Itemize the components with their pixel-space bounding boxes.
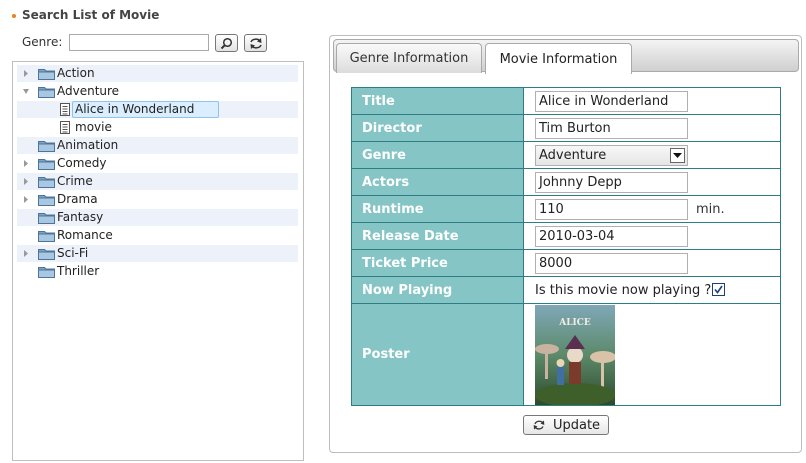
- svg-text:ALICE: ALICE: [558, 318, 591, 328]
- tree-item-sci-fi[interactable]: Sci-Fi: [17, 245, 298, 262]
- tree-item-label: Animation: [57, 138, 119, 152]
- collapse-arrow-icon[interactable]: [21, 83, 31, 100]
- ticket-price-input[interactable]: 8000: [535, 252, 688, 274]
- update-button-label: Update: [552, 417, 601, 433]
- tree-item-label: Romance: [57, 228, 113, 242]
- document-icon: [60, 121, 70, 134]
- folder-icon: [38, 177, 55, 188]
- expand-arrow-icon[interactable]: [21, 65, 31, 82]
- folder-icon: [38, 213, 55, 224]
- tree-item-movie[interactable]: movie: [17, 119, 298, 136]
- now-playing-checkbox[interactable]: [712, 282, 726, 296]
- runtime-label: Runtime: [351, 195, 524, 223]
- tree-item-drama[interactable]: Drama: [17, 191, 298, 208]
- now-playing-label: Now Playing: [351, 276, 524, 304]
- director-input[interactable]: Tim Burton: [535, 117, 688, 139]
- genre-select[interactable]: Adventure: [535, 144, 688, 166]
- document-icon: [60, 103, 70, 116]
- expand-arrow-icon[interactable]: [21, 191, 31, 208]
- tree-item-action[interactable]: Action: [17, 65, 298, 82]
- folder-icon: [38, 87, 55, 98]
- tree-item-crime[interactable]: Crime: [17, 173, 298, 190]
- tree-item-label: Comedy: [57, 156, 107, 170]
- tree-item-label: movie: [75, 120, 112, 134]
- runtime-unit: min.: [696, 201, 725, 217]
- director-label: Director: [351, 114, 524, 142]
- expand-arrow-icon[interactable]: [21, 155, 31, 172]
- expand-arrow-icon[interactable]: [21, 173, 31, 190]
- genre-search-input[interactable]: [69, 34, 209, 51]
- tree-item-thriller[interactable]: Thriller: [17, 263, 298, 280]
- search-button[interactable]: [215, 34, 238, 52]
- folder-icon: [38, 195, 55, 206]
- title-bullet: [12, 14, 16, 18]
- actors-label: Actors: [351, 168, 524, 196]
- folder-icon: [38, 249, 55, 260]
- tree-item-adventure[interactable]: Adventure: [17, 83, 298, 100]
- refresh-icon: [533, 420, 545, 430]
- page-title: Search List of Movie: [22, 8, 160, 22]
- tree-item-animation[interactable]: Animation: [17, 137, 298, 154]
- runtime-input[interactable]: 110: [535, 198, 688, 220]
- tree-item-label: Action: [57, 66, 95, 80]
- actors-input[interactable]: Johnny Depp: [535, 171, 688, 193]
- expand-arrow-icon[interactable]: [21, 245, 31, 262]
- refresh-button[interactable]: [244, 34, 267, 52]
- tree-item-romance[interactable]: Romance: [17, 227, 298, 244]
- tree-item-label: Adventure: [57, 84, 120, 98]
- folder-icon: [38, 159, 55, 170]
- poster-image: ALICE: [535, 304, 615, 405]
- folder-icon: [38, 69, 55, 80]
- genre-select-value: Adventure: [539, 147, 607, 163]
- tree-item-label: Drama: [57, 192, 98, 206]
- release-date-input[interactable]: 2010-03-04: [535, 225, 688, 247]
- tree-item-comedy[interactable]: Comedy: [17, 155, 298, 172]
- update-button[interactable]: Update: [523, 415, 609, 435]
- refresh-icon: [249, 37, 262, 49]
- ticket-price-label: Ticket Price: [351, 249, 524, 277]
- tree-item-alice-in-wonderland[interactable]: Alice in Wonderland: [17, 101, 298, 118]
- magnifier-icon: [220, 37, 233, 49]
- tree-item-label: Crime: [57, 174, 93, 188]
- tab-genre-information[interactable]: Genre Information: [336, 43, 482, 73]
- folder-icon: [38, 267, 55, 278]
- genre-label: Genre: [351, 141, 524, 169]
- tree-item-label: Thriller: [57, 264, 100, 278]
- movie-form-table: Title Alice in Wonderland Director Tim B…: [351, 87, 781, 406]
- tree-item-fantasy[interactable]: Fantasy: [17, 209, 298, 226]
- title-label: Title: [351, 87, 524, 115]
- now-playing-question: Is this movie now playing ?: [535, 282, 712, 298]
- release-date-label: Release Date: [351, 222, 524, 250]
- tree-item-label: Fantasy: [57, 210, 104, 224]
- genre-search-label: Genre:: [22, 35, 63, 49]
- title-input[interactable]: Alice in Wonderland: [535, 90, 688, 112]
- chevron-down-icon[interactable]: [670, 147, 685, 163]
- tree-item-label: Sci-Fi: [57, 246, 89, 260]
- tree-item-label: Alice in Wonderland: [75, 102, 195, 116]
- folder-icon: [38, 231, 55, 242]
- folder-icon: [38, 141, 55, 152]
- tab-movie-information[interactable]: Movie Information: [485, 43, 632, 74]
- poster-label: Poster: [351, 303, 524, 406]
